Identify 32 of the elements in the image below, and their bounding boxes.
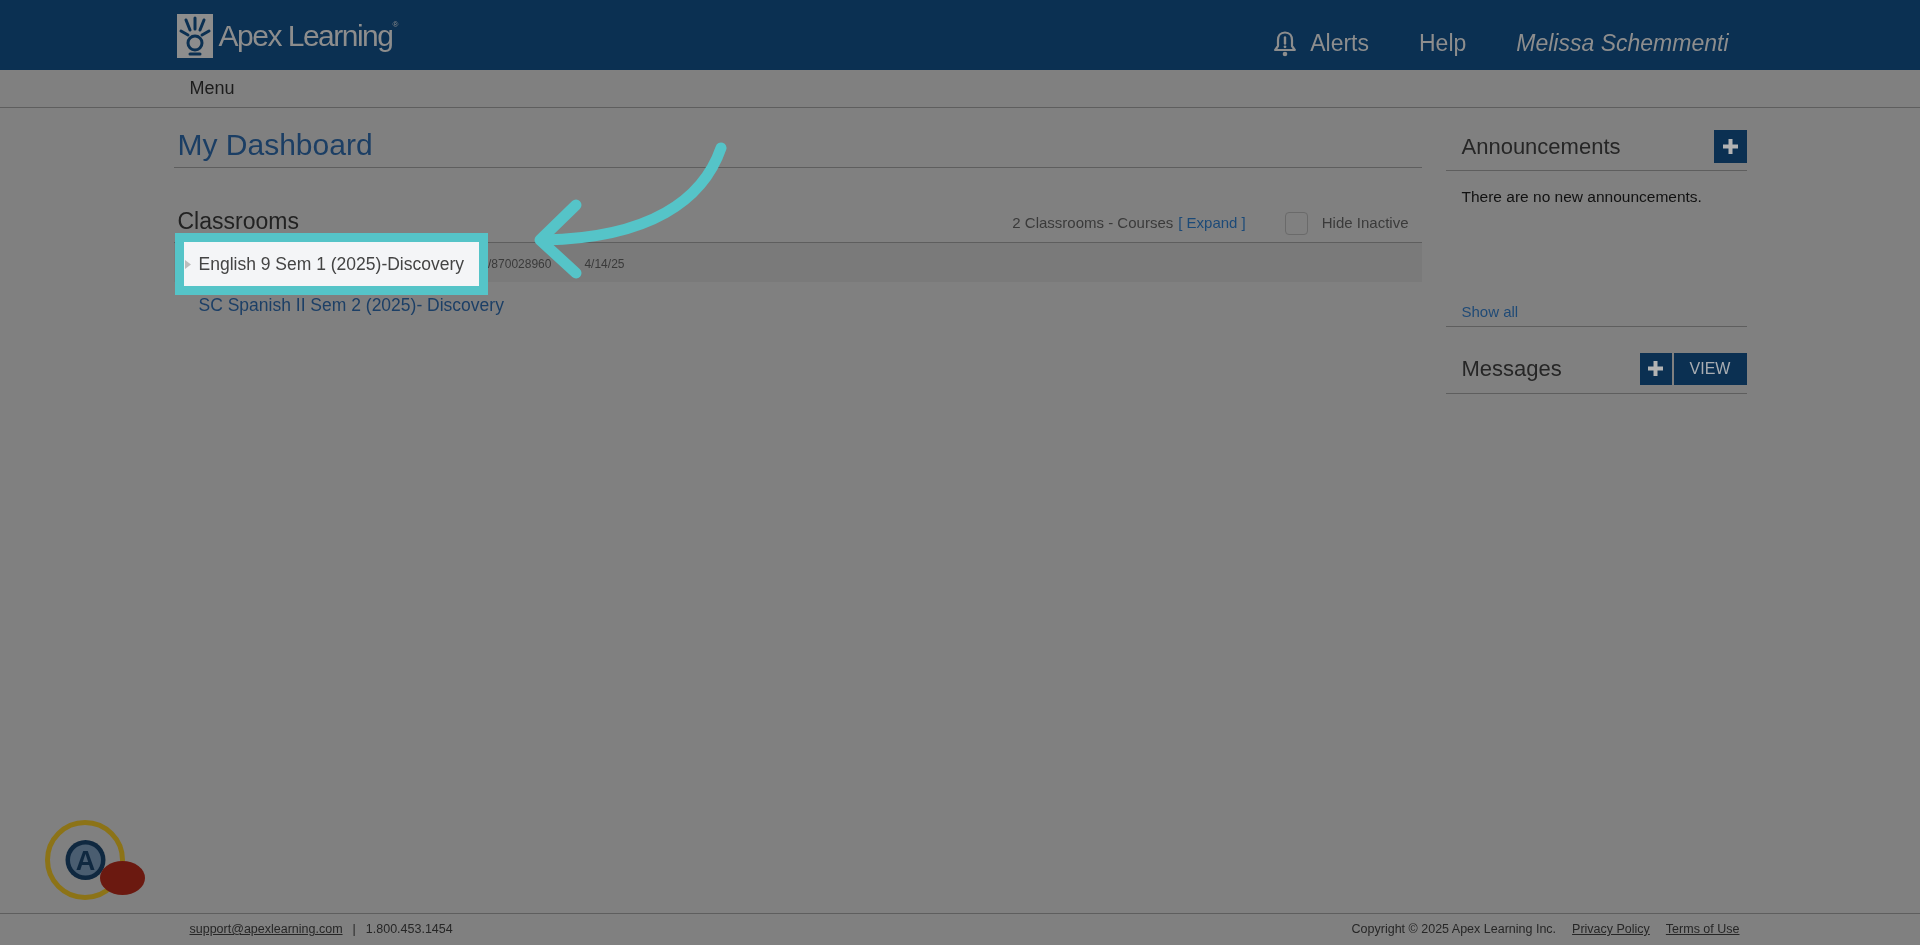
support-email-link[interactable]: support@apexlearning.com <box>189 920 343 939</box>
logo-icon <box>176 14 213 58</box>
show-all-link[interactable]: Show all <box>1461 302 1519 322</box>
copyright-text: Copyright © 2025 Apex Learning Inc. <box>1351 921 1557 939</box>
page-title: My Dashboard <box>173 127 1422 168</box>
new-message-button[interactable] <box>1639 352 1672 385</box>
footer-link[interactable]: Privacy Policy <box>1572 920 1650 939</box>
footer-link[interactable]: Terms of Use <box>1665 920 1740 939</box>
add-announcement-button[interactable] <box>1713 130 1747 163</box>
highlighted-classroom-link[interactable]: English 9 Sem 1 (2025)-Discovery <box>174 233 489 295</box>
alerts-link[interactable]: Alerts <box>1274 30 1369 58</box>
view-messages-button[interactable]: VIEW <box>1673 352 1747 385</box>
classroom-row[interactable]: English 9 Sem 1 (2025)-Discovery /870028960 4/14/25 <box>173 233 1422 295</box>
phone-number: 1.800.453.1454 <box>365 921 453 939</box>
section-title: Announcements <box>1461 133 1621 161</box>
section-title: Messages <box>1461 355 1562 383</box>
plus-icon <box>1648 361 1663 376</box>
announcement-message: There are no new announcements. <box>1461 187 1703 207</box>
header-link[interactable]: Help <box>1419 30 1467 58</box>
apex-logo[interactable]: Apex Learning$^{®}$ <box>173 14 399 58</box>
footer-separator: | <box>352 921 356 939</box>
plus-icon <box>1722 139 1738 154</box>
bell-icon <box>1274 30 1297 58</box>
classroom-link[interactable]: SC Spanish II Sem 2 (2025)- Discovery <box>198 296 504 314</box>
course-date: 4/14/25 <box>584 256 625 273</box>
caret-icon <box>184 259 191 269</box>
user-name-link[interactable]: Melissa Schemmenti <box>1516 30 1729 58</box>
expand-link[interactable]: [ Expand ] <box>1178 211 1246 235</box>
classroom-count: 2 Classrooms - Courses <box>1012 212 1174 233</box>
course-code: /870028960 <box>488 256 552 273</box>
section-title: Classrooms <box>177 210 299 233</box>
menu-link[interactable]: Menu <box>189 70 235 106</box>
